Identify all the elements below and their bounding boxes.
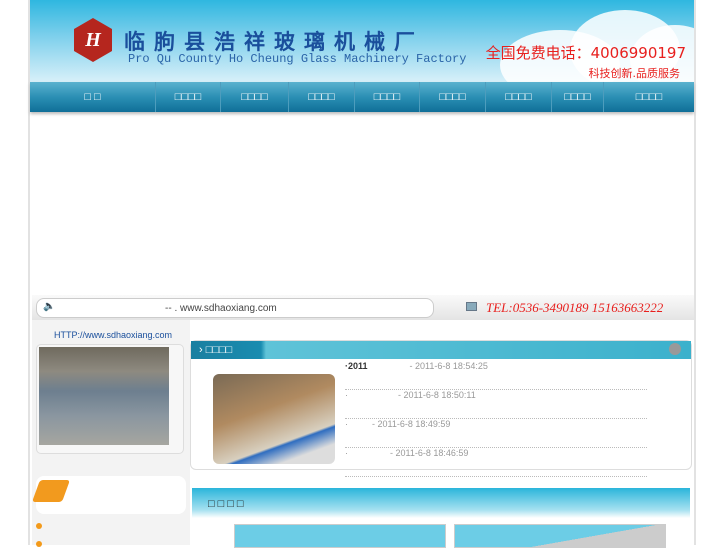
more-icon[interactable] — [669, 343, 681, 355]
nav-home[interactable]: □ □ — [30, 82, 156, 112]
product-thumb[interactable] — [234, 524, 446, 548]
nav-item[interactable]: □□□□ — [604, 82, 694, 112]
news-item[interactable]: · - 2011-6-8 18:46:59 — [345, 448, 647, 477]
company-logo: H — [74, 18, 112, 62]
header-banner: H 临朐县浩祥玻璃机械厂 Pro Qu County Ho Cheung Gla… — [30, 0, 694, 82]
category-header — [31, 476, 186, 514]
nav-item[interactable]: □□□□ — [156, 82, 221, 112]
speaker-icon: 🔈 — [43, 301, 56, 312]
news-item-date: - 2011-6-8 18:50:11 — [398, 390, 476, 400]
book-icon — [31, 480, 71, 502]
slogan: 科技创新.品质服务 — [588, 67, 681, 80]
product-image-frame — [36, 344, 184, 454]
news-item-title: ·2011 — [345, 361, 368, 371]
arrow-icon: › — [199, 344, 203, 356]
news-item[interactable]: ·2011 - 2011-6-8 18:54:25 — [345, 361, 647, 390]
news-item-date: - 2011-6-8 18:46:59 — [390, 448, 469, 458]
news-item-date: - 2011-6-8 18:54:25 — [409, 361, 488, 371]
news-panel: › □□□□ ·2011 - 2011-6-8 18:54:25 · - 2011-… — [190, 340, 692, 477]
news-panel-header: › □□□□ — [191, 341, 691, 359]
main-nav: □ □ □□□□ □□□□ □□□□ □□□□ □□□□ □□□□ □□□□ □… — [30, 82, 694, 112]
site-url[interactable]: HTTP://www.sdhaoxiang.com — [54, 330, 172, 340]
nav-item[interactable]: □□□□ — [552, 82, 604, 112]
products-title: □□□□ — [208, 498, 247, 510]
products-section: □□□□ — [192, 488, 690, 548]
nav-item[interactable]: □□□□ — [420, 82, 486, 112]
product-image[interactable] — [39, 347, 169, 445]
nav-item[interactable]: □□□□ — [486, 82, 552, 112]
notice-bar: 🔈 -- . www.sdhaoxiang.com TEL:0536-34901… — [32, 295, 694, 320]
news-item[interactable]: · - 2011-6-8 18:49:59 — [345, 419, 647, 448]
news-image[interactable] — [213, 374, 335, 464]
product-thumb[interactable] — [454, 524, 666, 548]
phone-icon — [466, 302, 477, 311]
nav-item[interactable]: □□□□ — [221, 82, 289, 112]
company-name-en: Pro Qu County Ho Cheung Glass Machinery … — [128, 52, 467, 66]
news-item[interactable]: · - 2011-6-8 18:50:11 — [345, 390, 647, 419]
bullet-icon — [36, 523, 42, 529]
hotline: 全国免费电话：4006990197 — [485, 44, 686, 62]
news-title: □□□□ — [205, 344, 233, 356]
news-item-title: · — [345, 390, 348, 400]
bullet-icon — [36, 541, 42, 547]
main-content: › □□□□ ·2011 - 2011-6-8 18:54:25 · - 2011-… — [190, 320, 694, 548]
nav-item[interactable]: □□□□ — [355, 82, 420, 112]
page-container: H 临朐县浩祥玻璃机械厂 Pro Qu County Ho Cheung Gla… — [28, 0, 696, 548]
news-item-title: · — [345, 448, 348, 458]
notice-text: -- . www.sdhaoxiang.com — [165, 303, 277, 314]
scrolling-notice[interactable]: 🔈 -- . www.sdhaoxiang.com — [36, 298, 434, 318]
nav-item[interactable]: □□□□ — [289, 82, 355, 112]
telephone: TEL:0536-3490189 15163663222 — [486, 300, 664, 315]
news-item-title: · — [345, 419, 348, 429]
news-item-date: - 2011-6-8 18:49:59 — [372, 419, 451, 429]
left-sidebar: HTTP://www.sdhaoxiang.com — [31, 320, 190, 547]
